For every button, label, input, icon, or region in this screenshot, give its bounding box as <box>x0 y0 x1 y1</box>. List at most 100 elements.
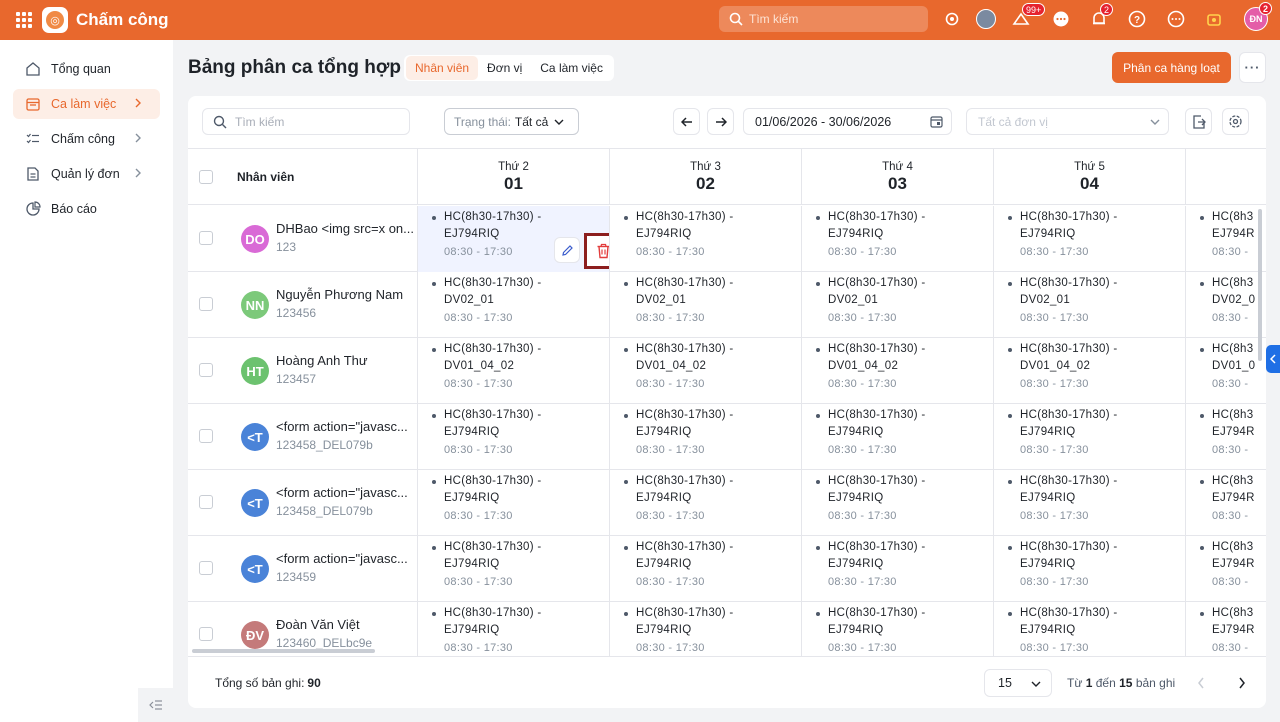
shift-cell[interactable]: HC(8h30-17h30) - EJ794RIQ 08:30 - 17:30 <box>801 404 993 470</box>
vertical-scrollbar[interactable] <box>1258 209 1262 361</box>
row-checkbox[interactable] <box>199 627 213 641</box>
table-row: <T <form action="javasc... 123458_DEL079b H… <box>188 404 1266 470</box>
shift-cell[interactable]: HC(8h3 EJ794R 08:30 - <box>1185 536 1255 602</box>
shift-cell[interactable]: HC(8h3 DV02_0 08:30 - <box>1185 272 1255 338</box>
more-apps-icon[interactable] <box>1165 8 1187 30</box>
employee-name[interactable]: DHBao <img src=x on... <box>276 221 418 236</box>
total-label: Tổng số bản ghi: <box>215 676 305 690</box>
shift-cell[interactable]: HC(8h30-17h30) - EJ794RIQ 08:30 - 17:30 <box>609 602 801 656</box>
employee-code: 123 <box>276 240 297 254</box>
next-period-button[interactable] <box>707 108 734 135</box>
sidebar-item-reports[interactable]: Báo cáo <box>13 194 160 224</box>
employee-name[interactable]: <form action="javasc... <box>276 551 418 566</box>
page-size-select[interactable]: 15 <box>984 669 1052 697</box>
shift-cell[interactable]: HC(8h30-17h30) - DV02_01 08:30 - 17:30 <box>417 272 609 338</box>
settings-icon[interactable] <box>941 8 963 30</box>
employee-name[interactable]: <form action="javasc... <box>276 485 418 500</box>
shift-cell[interactable]: HC(8h30-17h30) - DV02_01 08:30 - 17:30 <box>609 272 801 338</box>
shift-cell[interactable]: HC(8h3 EJ794R 08:30 - <box>1185 470 1255 536</box>
export-button[interactable] <box>1185 108 1212 135</box>
profile-photo-icon[interactable] <box>975 8 997 30</box>
prev-page-button[interactable] <box>1193 675 1209 691</box>
shift-cell[interactable]: HC(8h30-17h30) - EJ794RIQ 08:30 - 17:30 <box>609 536 801 602</box>
avatar: <T <box>241 423 269 451</box>
shift-cell[interactable]: HC(8h3 EJ794R 08:30 - <box>1185 404 1255 470</box>
shift-cell[interactable]: HC(8h30-17h30) - EJ794RIQ 08:30 - 17:30 <box>993 404 1185 470</box>
delete-shift-button[interactable] <box>584 233 609 269</box>
global-search-input[interactable]: Tìm kiếm <box>719 6 928 32</box>
help-icon[interactable]: ? <box>1126 8 1148 30</box>
settings-button[interactable] <box>1222 108 1249 135</box>
employee-name[interactable]: <form action="javasc... <box>276 419 418 434</box>
shift-cell[interactable]: HC(8h30-17h30) - EJ794RIQ 08:30 - 17:30 <box>993 602 1185 656</box>
sidebar-item-shifts[interactable]: Ca làm việc <box>13 89 160 119</box>
tab-shift[interactable]: Ca làm việc <box>531 56 612 80</box>
select-all-checkbox[interactable] <box>199 170 213 184</box>
shift-cell[interactable]: HC(8h30-17h30) - DV01_04_02 08:30 - 17:30 <box>993 338 1185 404</box>
apps-grid-icon[interactable] <box>16 12 32 28</box>
row-checkbox[interactable] <box>199 495 213 509</box>
shift-name: HC(8h3 <box>1199 607 1254 619</box>
shift-cell[interactable]: HC(8h3 DV01_0 08:30 - <box>1185 338 1255 404</box>
shift-cell[interactable]: HC(8h30-17h30) - EJ794RIQ 08:30 - 17:30 <box>417 404 609 470</box>
next-page-button[interactable] <box>1234 675 1250 691</box>
horizontal-scrollbar[interactable] <box>192 649 375 653</box>
shift-cell[interactable]: HC(8h30-17h30) - EJ794RIQ 08:30 - 17:30 <box>801 602 993 656</box>
shift-cell[interactable]: HC(8h30-17h30) - EJ794RIQ 08:30 - 17:30 <box>801 470 993 536</box>
row-checkbox[interactable] <box>199 297 213 311</box>
shift-cell[interactable]: HC(8h30-17h30) - DV01_04_02 08:30 - 17:30 <box>417 338 609 404</box>
shift-cell[interactable]: HC(8h30-17h30) - EJ794RIQ 08:30 - 17:30 <box>417 470 609 536</box>
shift-cell[interactable]: HC(8h30-17h30) - EJ794RIQ 08:30 - 17:30 <box>801 536 993 602</box>
bell-icon[interactable]: 2 <box>1088 3 1114 30</box>
edit-shift-button[interactable] <box>554 237 580 263</box>
shift-cell[interactable]: HC(8h30-17h30) - EJ794RIQ 08:30 - 17:30 <box>801 206 993 272</box>
row-checkbox[interactable] <box>199 561 213 575</box>
sidebar-item-attendance[interactable]: Chấm công <box>13 124 160 154</box>
chat-icon[interactable] <box>1050 8 1072 30</box>
range-from: 1 <box>1085 676 1093 690</box>
shift-cell[interactable]: HC(8h30-17h30) - EJ794RIQ 08:30 - 17:30 <box>417 602 609 656</box>
row-checkbox[interactable] <box>199 231 213 245</box>
more-options-button[interactable]: ··· <box>1239 52 1266 83</box>
tab-unit[interactable]: Đơn vị <box>478 56 531 80</box>
row-checkbox[interactable] <box>199 363 213 377</box>
page-title: Bảng phân ca tổng hợp <box>188 57 401 78</box>
tab-employee[interactable]: Nhân viên <box>406 56 479 80</box>
shift-cell[interactable]: HC(8h30-17h30) - EJ794RIQ 08:30 - 17:30 <box>609 206 801 272</box>
employee-name[interactable]: Nguyễn Phương Nam <box>276 287 418 302</box>
shift-code: EJ794RIQ <box>1020 624 1076 636</box>
employee-search-input[interactable]: Tìm kiếm <box>202 108 410 135</box>
shift-cell[interactable]: HC(8h3 EJ794R 08:30 - <box>1185 602 1255 656</box>
unit-filter-select[interactable]: Tất cả đơn vị <box>966 108 1169 135</box>
prev-period-button[interactable] <box>673 108 700 135</box>
shift-cell[interactable]: HC(8h30-17h30) - EJ794RIQ 08:30 - 17:30 <box>609 404 801 470</box>
shift-cell[interactable]: HC(8h30-17h30) - DV01_04_02 08:30 - 17:30 <box>801 338 993 404</box>
shift-cell[interactable]: HC(8h30-17h30) - EJ794RIQ 08:30 - 17:30 <box>993 206 1185 272</box>
shift-cell[interactable]: HC(8h30-17h30) - EJ794RIQ 08:30 - 17:30 <box>609 470 801 536</box>
shift-cell[interactable]: HC(8h3 EJ794R 08:30 - <box>1185 206 1255 272</box>
row-checkbox[interactable] <box>199 429 213 443</box>
collapse-sidebar-button[interactable] <box>138 688 173 722</box>
side-panel-toggle[interactable] <box>1266 345 1280 373</box>
shift-cell[interactable]: HC(8h30-17h30) - EJ794RIQ 08:30 - 17:30 <box>993 536 1185 602</box>
employee-name[interactable]: Đoàn Văn Việt <box>276 617 418 632</box>
chevron-right-icon <box>135 98 141 108</box>
sidebar-item-overview[interactable]: Tổng quan <box>13 54 160 84</box>
checkin-icon[interactable] <box>1203 8 1225 30</box>
shift-name: HC(8h30-17h30) - <box>432 409 542 421</box>
shift-cell[interactable]: HC(8h30-17h30) - EJ794RIQ 08:30 - 17:30 <box>417 536 609 602</box>
bulk-assign-button[interactable]: Phân ca hàng loạt <box>1112 52 1231 83</box>
sidebar-item-requests[interactable]: Quản lý đơn <box>13 159 160 189</box>
employee-name[interactable]: Hoàng Anh Thư <box>276 353 418 368</box>
shift-cell[interactable]: HC(8h30-17h30) - EJ794RIQ 08:30 - 17:30 <box>993 470 1185 536</box>
tasks-icon[interactable]: 99+ <box>1010 3 1046 30</box>
user-avatar[interactable]: ĐN 2 <box>1244 2 1273 31</box>
shift-time: 08:30 - <box>1212 444 1249 456</box>
shift-cell[interactable]: HC(8h30-17h30) - DV01_04_02 08:30 - 17:30 <box>609 338 801 404</box>
shift-cell[interactable]: HC(8h30-17h30) - EJ794RIQ 08:30 - 17:30 <box>417 206 609 272</box>
shift-cell[interactable]: HC(8h30-17h30) - DV02_01 08:30 - 17:30 <box>801 272 993 338</box>
shift-cell[interactable]: HC(8h30-17h30) - DV02_01 08:30 - 17:30 <box>993 272 1185 338</box>
grid-header: Nhân viên Thứ 2 01 Thứ 3 02 Thứ 4 03 Thứ 5 04 <box>188 149 1266 205</box>
date-range-picker[interactable]: 01/06/2026 - 30/06/2026 <box>743 108 952 135</box>
status-filter-select[interactable]: Trạng thái: Tất cả <box>444 108 579 135</box>
